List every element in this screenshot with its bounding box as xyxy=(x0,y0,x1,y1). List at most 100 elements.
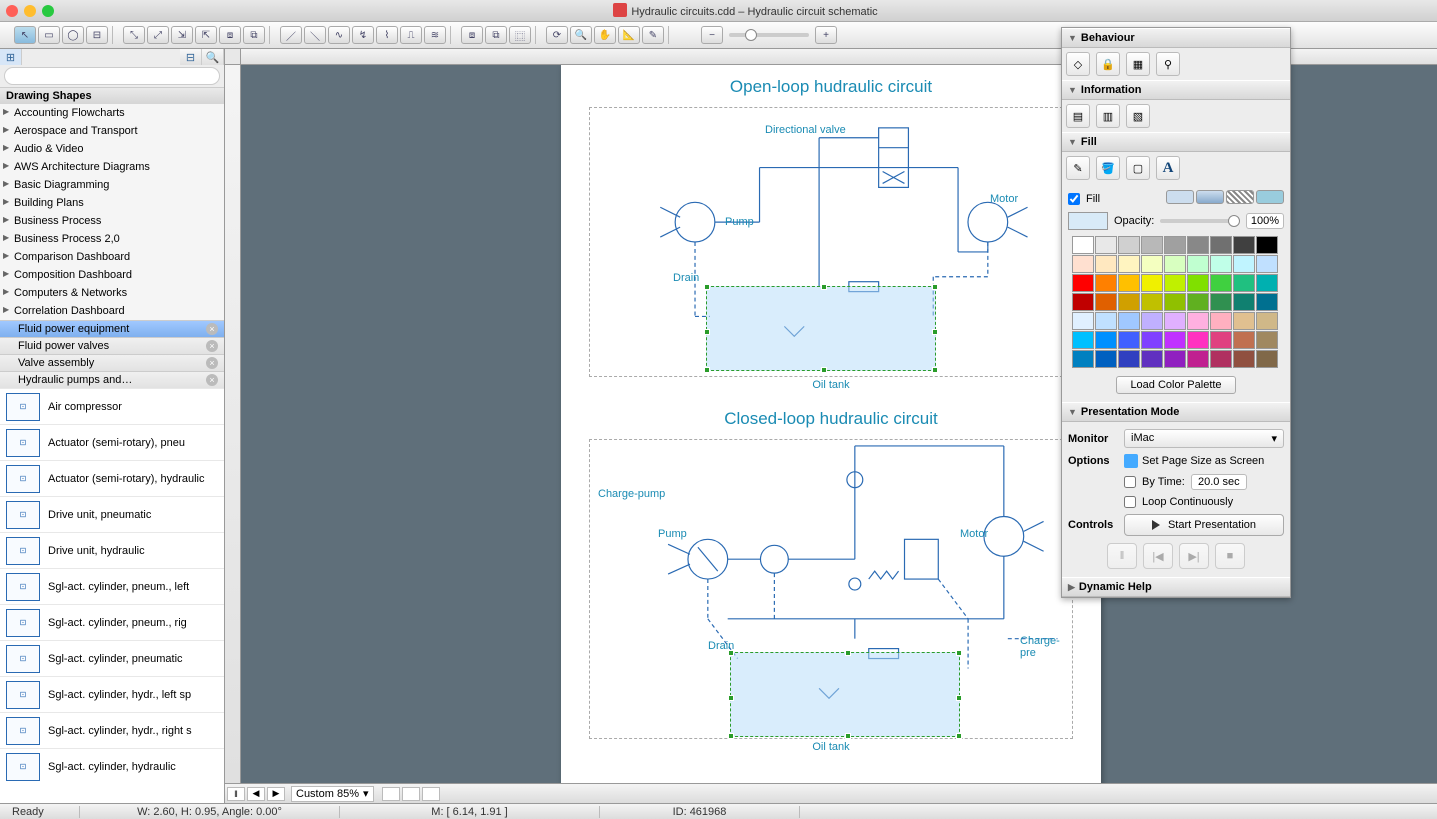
hand-tool[interactable]: ✋ xyxy=(594,26,616,44)
by-time-checkbox[interactable] xyxy=(1124,476,1136,488)
zoom-slider[interactable] xyxy=(729,33,809,37)
selection-2[interactable] xyxy=(730,652,960,737)
palette-color[interactable] xyxy=(1187,350,1209,368)
measure-tool[interactable]: 📐 xyxy=(618,26,640,44)
palette-color[interactable] xyxy=(1256,274,1278,292)
category-item[interactable]: Aerospace and Transport xyxy=(0,122,224,140)
palette-color[interactable] xyxy=(1233,274,1255,292)
palette-color[interactable] xyxy=(1187,274,1209,292)
palette-color[interactable] xyxy=(1233,331,1255,349)
library-search-input[interactable] xyxy=(4,67,220,85)
pres-prev[interactable]: |◀ xyxy=(1143,543,1173,569)
connector-tool-3[interactable]: ⇲ xyxy=(171,26,193,44)
palette-color[interactable] xyxy=(1164,312,1186,330)
line-tool-7[interactable]: ≋ xyxy=(424,26,446,44)
group-tool-1[interactable]: ⧈ xyxy=(461,26,483,44)
palette-color[interactable] xyxy=(1233,236,1255,254)
palette-color[interactable] xyxy=(1187,293,1209,311)
palette-color[interactable] xyxy=(1118,236,1140,254)
fill-type-gradient[interactable] xyxy=(1196,190,1224,204)
loop-checkbox[interactable] xyxy=(1124,496,1136,508)
palette-color[interactable] xyxy=(1141,236,1163,254)
palette-color[interactable] xyxy=(1095,255,1117,273)
library-item[interactable]: Fluid power valves× xyxy=(0,337,224,354)
palette-color[interactable] xyxy=(1072,274,1094,292)
palette-color[interactable] xyxy=(1118,312,1140,330)
window-close-button[interactable] xyxy=(6,5,18,17)
shape-row[interactable]: ⊡Sgl-act. cylinder, pneum., rig xyxy=(0,604,224,640)
page-prev[interactable]: ◀ xyxy=(247,787,265,801)
group-tool-3[interactable]: ⿴ xyxy=(509,26,531,44)
section-fill[interactable]: ▼Fill xyxy=(1062,132,1290,152)
palette-color[interactable] xyxy=(1233,312,1255,330)
behaviour-btn-4[interactable]: ⚲ xyxy=(1156,52,1180,76)
opacity-value[interactable]: 100% xyxy=(1246,213,1284,229)
close-icon[interactable]: × xyxy=(206,340,218,352)
fill-color-swatch[interactable] xyxy=(1068,212,1108,230)
library-item[interactable]: Valve assembly× xyxy=(0,354,224,371)
zoom-in-button[interactable]: + xyxy=(815,26,837,44)
palette-color[interactable] xyxy=(1095,350,1117,368)
window-minimize-button[interactable] xyxy=(24,5,36,17)
palette-color[interactable] xyxy=(1210,255,1232,273)
palette-color[interactable] xyxy=(1072,255,1094,273)
category-item[interactable]: Correlation Dashboard xyxy=(0,302,224,320)
palette-color[interactable] xyxy=(1095,236,1117,254)
search-button[interactable]: 🔍 xyxy=(202,49,224,65)
pres-stop[interactable]: ■ xyxy=(1215,543,1245,569)
info-btn-2[interactable]: ▥ xyxy=(1096,104,1120,128)
category-item[interactable]: Business Process 2,0 xyxy=(0,230,224,248)
palette-color[interactable] xyxy=(1118,274,1140,292)
line-tool-4[interactable]: ↯ xyxy=(352,26,374,44)
palette-color[interactable] xyxy=(1164,236,1186,254)
category-item[interactable]: AWS Architecture Diagrams xyxy=(0,158,224,176)
palette-color[interactable] xyxy=(1233,350,1255,368)
shape-row[interactable]: ⊡Actuator (semi-rotary), hydraulic xyxy=(0,460,224,496)
palette-color[interactable] xyxy=(1256,331,1278,349)
start-presentation-button[interactable]: Start Presentation xyxy=(1124,514,1284,536)
fill-text-icon[interactable]: A xyxy=(1156,156,1180,180)
pres-next[interactable]: ▶| xyxy=(1179,543,1209,569)
pres-pause[interactable]: ‖ xyxy=(1107,543,1137,569)
palette-color[interactable] xyxy=(1072,350,1094,368)
palette-color[interactable] xyxy=(1187,312,1209,330)
palette-color[interactable] xyxy=(1210,293,1232,311)
palette-color[interactable] xyxy=(1256,255,1278,273)
zoom-refresh[interactable]: ⟳ xyxy=(546,26,568,44)
category-item[interactable]: Computers & Networks xyxy=(0,284,224,302)
palette-color[interactable] xyxy=(1072,293,1094,311)
palette-color[interactable] xyxy=(1187,331,1209,349)
shape-row[interactable]: ⊡Sgl-act. cylinder, pneum., left xyxy=(0,568,224,604)
category-item[interactable]: Composition Dashboard xyxy=(0,266,224,284)
fill-pen-icon[interactable]: ✎ xyxy=(1066,156,1090,180)
fill-type-4[interactable] xyxy=(1256,190,1284,204)
palette-color[interactable] xyxy=(1095,274,1117,292)
palette-color[interactable] xyxy=(1210,331,1232,349)
shape-row[interactable]: ⊡Actuator (semi-rotary), pneu xyxy=(0,424,224,460)
palette-color[interactable] xyxy=(1118,293,1140,311)
info-btn-3[interactable]: ▧ xyxy=(1126,104,1150,128)
palette-color[interactable] xyxy=(1164,331,1186,349)
connector-tool-1[interactable]: ⤡ xyxy=(123,26,145,44)
page-next[interactable]: ▶ xyxy=(267,787,285,801)
tree-view-button[interactable]: ⊞ xyxy=(0,49,22,65)
group-tool-2[interactable]: ⧉ xyxy=(485,26,507,44)
fill-bucket-icon[interactable]: 🪣 xyxy=(1096,156,1120,180)
palette-color[interactable] xyxy=(1164,255,1186,273)
tab-3[interactable] xyxy=(422,787,440,801)
fill-checkbox[interactable] xyxy=(1068,193,1080,205)
palette-color[interactable] xyxy=(1095,331,1117,349)
palette-color[interactable] xyxy=(1256,236,1278,254)
window-maximize-button[interactable] xyxy=(42,5,54,17)
category-item[interactable]: Business Process xyxy=(0,212,224,230)
selection-1[interactable] xyxy=(706,286,936,371)
palette-color[interactable] xyxy=(1164,274,1186,292)
palette-color[interactable] xyxy=(1210,312,1232,330)
opacity-slider[interactable] xyxy=(1160,219,1240,223)
load-palette-button[interactable]: Load Color Palette xyxy=(1116,376,1236,394)
palette-color[interactable] xyxy=(1164,350,1186,368)
palette-color[interactable] xyxy=(1118,255,1140,273)
palette-color[interactable] xyxy=(1072,236,1094,254)
connector-tool-4[interactable]: ⇱ xyxy=(195,26,217,44)
connector-tool-2[interactable]: ⤢ xyxy=(147,26,169,44)
